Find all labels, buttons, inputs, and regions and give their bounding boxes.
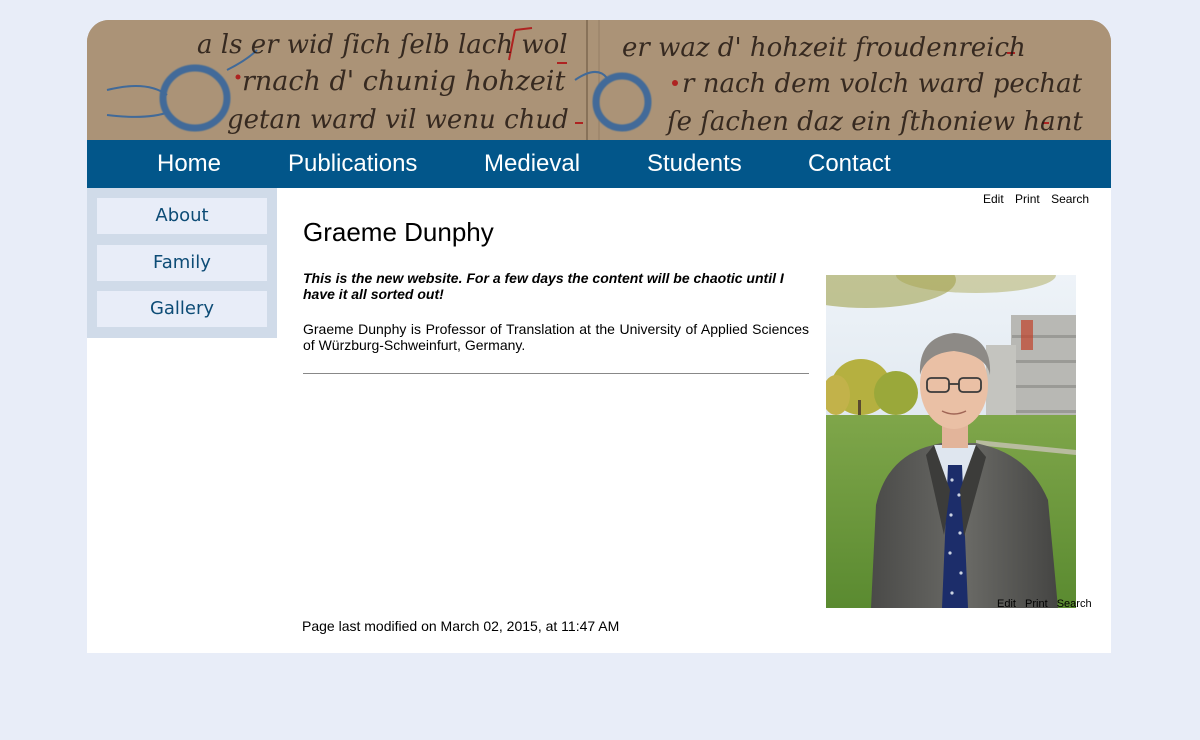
print-link[interactable]: Print [1015, 192, 1040, 206]
nav-publications-link[interactable]: Publications [288, 140, 417, 188]
edit-link[interactable]: Edit [983, 192, 1004, 206]
portrait-photo [826, 275, 1076, 608]
nav-contact-link[interactable]: Contact [808, 140, 891, 188]
sidebar-item-about[interactable]: About [97, 198, 267, 234]
nav-students-link[interactable]: Students [647, 140, 742, 188]
last-modified-footer: Page last modified on March 02, 2015, at… [302, 618, 620, 634]
manuscript-banner: a ls er wid ſich ſelb lach wol rnach d' … [87, 20, 1111, 140]
portrait-image [826, 275, 1076, 608]
sidebar-item-family[interactable]: Family [97, 245, 267, 281]
manuscript-image: a ls er wid ſich ſelb lach wol rnach d' … [87, 20, 1111, 140]
edit-link-bottom[interactable]: Edit [997, 598, 1016, 610]
sidebar-item-gallery[interactable]: Gallery [97, 291, 267, 327]
site-notice: This is the new website. For a few days … [303, 270, 784, 302]
main-navigation: Home Publications Medieval Students Cont… [87, 140, 1111, 188]
print-link-bottom[interactable]: Print [1025, 598, 1048, 610]
sidebar: About Family Gallery [87, 188, 277, 338]
bio-paragraph: Graeme Dunphy is Professor of Translatio… [303, 321, 809, 353]
search-link[interactable]: Search [1051, 192, 1089, 206]
page-title: Graeme Dunphy [303, 217, 494, 247]
page-actions-bottom: Edit Print Search [997, 598, 1098, 610]
page-container: a ls er wid ſich ſelb lach wol rnach d' … [87, 20, 1111, 653]
horizontal-rule [303, 373, 809, 374]
nav-home-link[interactable]: Home [157, 140, 221, 188]
nav-medieval-link[interactable]: Medieval [484, 140, 580, 188]
page-actions-top: Edit Print Search [983, 192, 1097, 206]
search-link-bottom[interactable]: Search [1057, 598, 1092, 610]
